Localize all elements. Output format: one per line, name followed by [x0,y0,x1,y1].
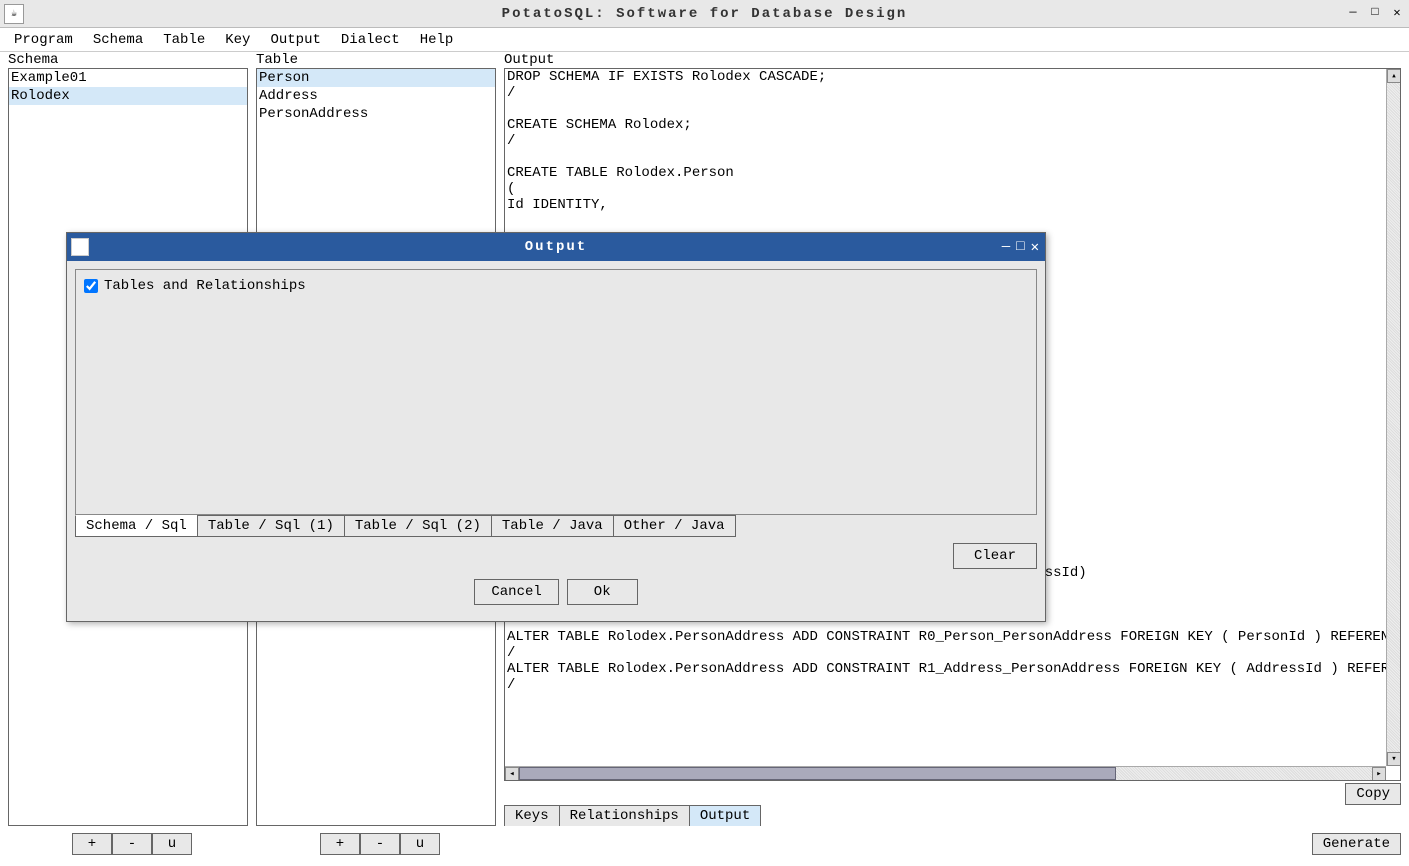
window-title: PotatoSQL: Software for Database Design [0,6,1409,22]
output-hscrollbar[interactable]: ◂ ▸ [505,766,1386,780]
tables-relationships-checkbox[interactable]: Tables and Relationships [84,278,1028,294]
clear-button[interactable]: Clear [953,543,1037,569]
tab-relationships[interactable]: Relationships [559,805,690,826]
copy-button[interactable]: Copy [1345,783,1401,805]
schema-add-button[interactable]: + [72,833,112,855]
menubar: Program Schema Table Key Output Dialect … [0,28,1409,52]
dialog-tab-schema-sql[interactable]: Schema / Sql [75,515,198,537]
menu-dialect[interactable]: Dialect [331,30,410,50]
dialog-close-icon[interactable]: ✕ [1031,239,1039,256]
scroll-thumb[interactable] [519,767,1116,780]
table-update-button[interactable]: u [400,833,440,855]
scroll-track[interactable] [519,767,1372,780]
dialog-minimize-icon[interactable]: — [1002,239,1010,256]
dialog-titlebar[interactable]: ☕ Output — □ ✕ [67,233,1045,261]
menu-key[interactable]: Key [215,30,260,50]
tab-keys[interactable]: Keys [504,805,560,826]
table-label: Table [256,52,496,68]
table-remove-button[interactable]: - [360,833,400,855]
menu-program[interactable]: Program [4,30,83,50]
table-item[interactable]: PersonAddress [257,105,495,123]
dialog-content: Tables and Relationships [75,269,1037,515]
menu-output[interactable]: Output [260,30,330,50]
minimize-icon[interactable]: — [1345,4,1361,20]
dialog-tab-other-java[interactable]: Other / Java [613,515,736,537]
menu-schema[interactable]: Schema [83,30,153,50]
tab-output[interactable]: Output [689,805,761,826]
close-icon[interactable]: ✕ [1389,4,1405,20]
dialog-tab-table-sql-2[interactable]: Table / Sql (2) [344,515,492,537]
checkbox-label: Tables and Relationships [104,278,306,294]
maximize-icon[interactable]: □ [1367,4,1383,20]
scroll-left-icon[interactable]: ◂ [505,767,519,781]
schema-item[interactable]: Example01 [9,69,247,87]
dialog-tab-table-java[interactable]: Table / Java [491,515,614,537]
schema-button-group: + - u [72,833,192,855]
dialog-maximize-icon[interactable]: □ [1016,239,1024,256]
table-button-group: + - u [320,833,440,855]
table-item[interactable]: Person [257,69,495,87]
cancel-button[interactable]: Cancel [474,579,558,605]
output-vscrollbar[interactable]: ▴ ▾ [1386,69,1400,766]
schema-update-button[interactable]: u [152,833,192,855]
scroll-down-icon[interactable]: ▾ [1387,752,1401,766]
app-icon: ☕ [4,4,24,24]
scroll-up-icon[interactable]: ▴ [1387,69,1401,83]
checkbox-input[interactable] [84,279,98,293]
footer: + - u + - u Generate [8,830,1401,858]
scroll-track[interactable] [1387,83,1400,752]
output-tabs: Keys Relationships Output [504,805,1401,826]
dialog-title: Output [67,239,1045,255]
ok-button[interactable]: Ok [567,579,638,605]
dialog-tabs: Schema / Sql Table / Sql (1) Table / Sql… [75,515,1037,537]
output-label: Output [504,52,1401,68]
main-titlebar: ☕ PotatoSQL: Software for Database Desig… [0,0,1409,28]
generate-button[interactable]: Generate [1312,833,1401,855]
table-item[interactable]: Address [257,87,495,105]
schema-item[interactable]: Rolodex [9,87,247,105]
menu-help[interactable]: Help [410,30,464,50]
scroll-right-icon[interactable]: ▸ [1372,767,1386,781]
schema-label: Schema [8,52,248,68]
schema-remove-button[interactable]: - [112,833,152,855]
table-add-button[interactable]: + [320,833,360,855]
dialog-tab-table-sql-1[interactable]: Table / Sql (1) [197,515,345,537]
output-dialog: ☕ Output — □ ✕ Tables and Relationships … [66,232,1046,622]
menu-table[interactable]: Table [153,30,215,50]
